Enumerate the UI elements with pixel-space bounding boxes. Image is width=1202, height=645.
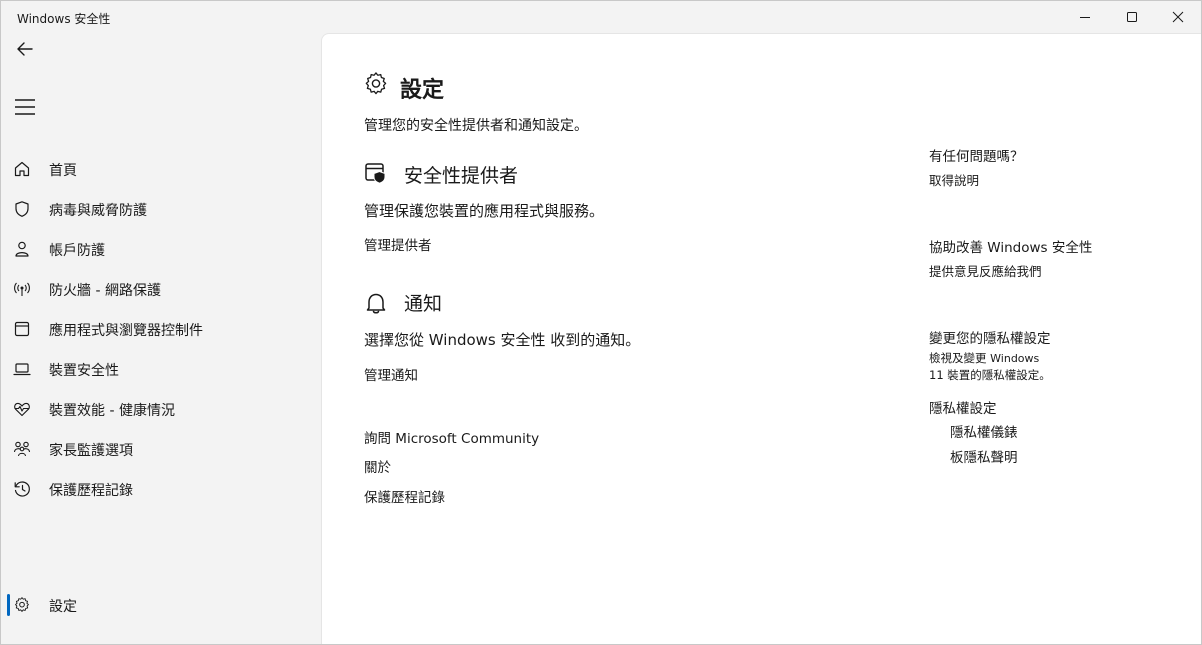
page-subtitle: 管理您的安全性提供者和通知設定。 xyxy=(364,118,588,134)
privacy-text-part: 檢視及變更 xyxy=(929,351,987,365)
gear-icon xyxy=(364,72,388,96)
nav-item-device-security[interactable]: 裝置安全性 xyxy=(5,351,317,387)
laptop-icon xyxy=(13,360,31,378)
nav-item-firewall[interactable]: 防火牆 - 網路保護 xyxy=(5,271,317,307)
app-window: Windows 安全性 首頁 病毒與威脅防護 帳戶防護 防火牆 - 網路保護 應… xyxy=(0,0,1202,645)
privacy-text-part: Windows xyxy=(990,352,1040,365)
notifications-title: 通知 xyxy=(404,293,443,315)
minimize-icon xyxy=(1080,17,1090,18)
main-content: 設定 管理您的安全性提供者和通知設定。 安全性提供者 管理保護您裝置的應用程式與… xyxy=(321,33,1201,644)
manage-providers-link[interactable]: 管理提供者 xyxy=(364,234,432,254)
gear-icon xyxy=(13,596,31,614)
get-help-link[interactable]: 取得說明 xyxy=(929,170,979,189)
nav-item-label: 設定 xyxy=(49,599,77,615)
close-button[interactable] xyxy=(1155,1,1201,33)
nav-item-label: 防火牆 - 網路保護 xyxy=(49,283,161,299)
home-icon xyxy=(13,160,31,178)
hamburger-icon xyxy=(15,99,35,115)
nav-item-label: 家長監護選項 xyxy=(49,443,133,459)
help-heading: 有任何問題嗎？ xyxy=(929,149,1024,165)
security-providers-title: 安全性提供者 xyxy=(404,165,519,187)
bell-icon xyxy=(364,291,388,315)
back-button[interactable] xyxy=(9,35,41,63)
minimize-button[interactable] xyxy=(1062,1,1108,33)
privacy-heading: 變更您的隱私權設定 xyxy=(929,331,1051,347)
nav-item-label: 裝置安全性 xyxy=(49,363,119,379)
antenna-icon xyxy=(13,280,31,298)
nav-item-label: 帳戶防護 xyxy=(49,243,105,259)
give-feedback-link[interactable]: 提供意見反應給我們 xyxy=(929,261,1042,280)
privacy-settings-link[interactable]: 隱私權設定 xyxy=(929,397,997,417)
window-title: Windows 安全性 xyxy=(17,12,111,26)
nav-item-label: 應用程式與瀏覽器控制件 xyxy=(49,323,203,339)
privacy-dashboard-link[interactable]: 隱私權儀錶 xyxy=(950,421,1018,441)
security-provider-icon xyxy=(364,161,388,185)
nav-item-label: 病毒與威脅防護 xyxy=(49,203,147,219)
nav-item-label: 保護歷程記錄 xyxy=(49,483,133,499)
family-icon xyxy=(13,440,31,458)
nav-item-protection-history[interactable]: 保護歷程記錄 xyxy=(5,471,317,507)
maximize-icon xyxy=(1127,12,1137,22)
close-icon xyxy=(1172,11,1184,23)
shield-icon xyxy=(13,200,31,218)
nav-item-settings[interactable]: 設定 xyxy=(5,587,317,623)
notifications-desc: 選擇您從 Windows 安全性 收到的通知。 xyxy=(364,331,641,349)
person-icon xyxy=(13,240,31,258)
nav-item-family-options[interactable]: 家長監護選項 xyxy=(5,431,317,467)
nav-item-virus-protection[interactable]: 病毒與威脅防護 xyxy=(5,191,317,227)
history-icon xyxy=(13,480,31,498)
nav-item-label: 首頁 xyxy=(49,163,77,179)
nav-item-home[interactable]: 首頁 xyxy=(5,151,317,187)
menu-button[interactable] xyxy=(9,93,41,121)
maximize-button[interactable] xyxy=(1109,1,1155,33)
about-link[interactable]: 關於 xyxy=(364,456,391,476)
ask-community-link[interactable]: 詢問 Microsoft Community xyxy=(364,427,539,447)
app-window-icon xyxy=(13,320,31,338)
page-title: 設定 xyxy=(400,78,445,103)
back-arrow-icon xyxy=(17,42,33,56)
manage-notifications-link[interactable]: 管理通知 xyxy=(364,364,418,384)
nav-item-device-performance[interactable]: 裝置效能 - 健康情況 xyxy=(5,391,317,427)
privacy-text-part: 11 裝置的隱私權設定。 xyxy=(929,368,1051,382)
nav-item-app-browser-control[interactable]: 應用程式與瀏覽器控制件 xyxy=(5,311,317,347)
protection-history-link[interactable]: 保護歷程記錄 xyxy=(364,486,445,506)
nav-item-label: 裝置效能 - 健康情況 xyxy=(49,403,175,419)
privacy-text: 檢視及變更 Windows 11 裝置的隱私權設定。 xyxy=(929,350,1051,383)
improve-heading: 協助改善 Windows 安全性 xyxy=(929,240,1093,256)
title-bar[interactable]: Windows 安全性 xyxy=(1,1,1201,33)
security-providers-desc: 管理保護您裝置的應用程式與服務。 xyxy=(364,202,605,220)
heart-pulse-icon xyxy=(13,400,31,418)
privacy-statement-link[interactable]: 板隱私聲明 xyxy=(950,446,1018,466)
nav-item-account-protection[interactable]: 帳戶防護 xyxy=(5,231,317,267)
